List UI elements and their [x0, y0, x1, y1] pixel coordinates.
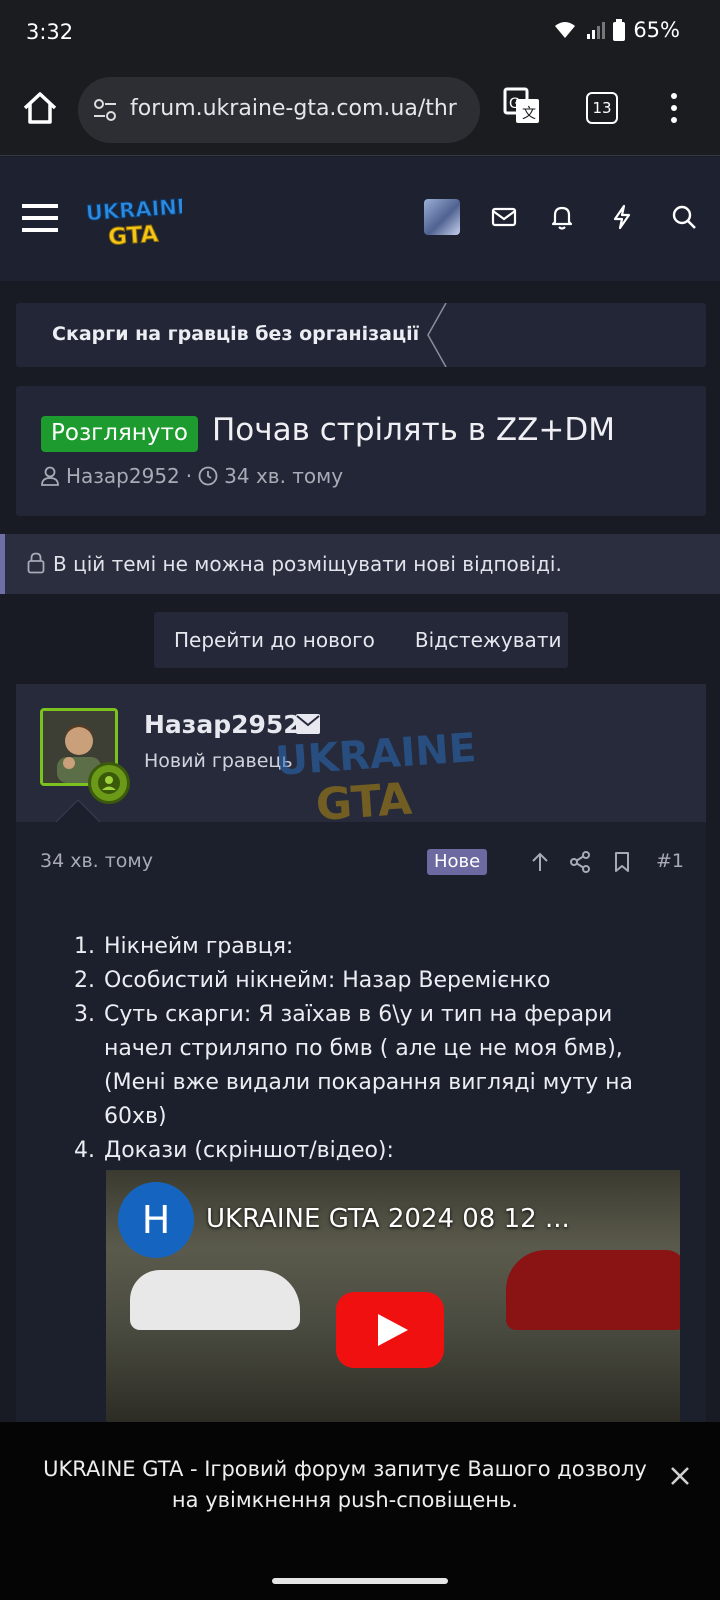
- post-arrow-notch: [56, 800, 100, 822]
- list-item-number: 2.: [74, 968, 95, 993]
- breadcrumb-label: Скарги на гравців без організації: [52, 323, 420, 345]
- list-item-number: 4.: [74, 1138, 95, 1163]
- push-permission-banner: UKRAINE GTA - Ігровий форум запитує Вашо…: [0, 1422, 720, 1562]
- tab-switcher-button[interactable]: 13: [586, 92, 618, 124]
- lightning-icon[interactable]: [608, 203, 636, 231]
- user-circle-icon: [98, 772, 120, 794]
- status-time: 3:32: [26, 20, 74, 44]
- video-title[interactable]: UKRAINE GTA 2024 08 12 ...: [206, 1204, 570, 1234]
- thread-actions: Перейти до нового Відстежувати: [154, 612, 568, 668]
- thread-header: Розглянуто Почав стрілять в ZZ+DM Назар2…: [16, 386, 706, 516]
- status-bar: 3:32 65%: [0, 0, 720, 64]
- go-to-new-button[interactable]: Перейти до нового: [174, 628, 375, 652]
- user-online-badge: [88, 762, 130, 804]
- list-item-text: Докази (скріншот/відео):: [104, 1138, 394, 1163]
- battery-icon: [613, 19, 626, 41]
- hamburger-menu-icon[interactable]: [22, 201, 58, 235]
- thread-author[interactable]: Назар2952: [66, 464, 180, 488]
- post-number[interactable]: #1: [656, 850, 684, 872]
- site-watermark-logo: UKRAINE GTA: [276, 725, 476, 824]
- list-item-text: Особистий нікнейм: Назар Веремієнко: [104, 968, 551, 993]
- list-item-text: Суть скарги: Я заїхав в 6\у и тип на фер…: [104, 1002, 634, 1129]
- locked-notice: В цій темі не можна розміщувати нові від…: [0, 534, 720, 594]
- home-gesture-pill[interactable]: [272, 1578, 448, 1584]
- site-settings-icon[interactable]: [92, 97, 118, 123]
- list-item-text: Нікнейм гравця:: [104, 934, 294, 959]
- list-item: 1. Нікнейм гравця:: [74, 930, 684, 964]
- list-item-number: 3.: [74, 1002, 95, 1027]
- svg-text:GTA: GTA: [107, 221, 159, 249]
- breadcrumb-arrow-icon: [427, 303, 447, 367]
- video-play-button[interactable]: [336, 1292, 444, 1368]
- push-permission-text: UKRAINE GTA - Ігровий форум запитує Вашо…: [43, 1457, 647, 1512]
- status-icons: 65%: [553, 18, 680, 42]
- arrow-up-icon[interactable]: [528, 850, 552, 874]
- list-item: 3. Суть скарги: Я заїхав в 6\у и тип на ф…: [74, 998, 684, 1134]
- address-bar[interactable]: forum.ukraine-gta.com.ua/thr: [78, 77, 480, 143]
- post-content-list: 1. Нікнейм гравця: 2. Особистий нікнейм: Н…: [74, 930, 684, 1168]
- breadcrumb[interactable]: Скарги на гравців без організації: [16, 303, 706, 367]
- post-user-block: Назар2952 Новий гравець UKRAINE GTA: [16, 684, 706, 824]
- search-icon[interactable]: [670, 203, 698, 231]
- url-text: forum.ukraine-gta.com.ua/thr: [130, 96, 457, 121]
- close-icon[interactable]: [668, 1464, 692, 1488]
- clock-icon: [198, 466, 218, 486]
- signal-icon: [587, 22, 606, 39]
- site-logo[interactable]: UKRAINE GTA: [84, 193, 182, 249]
- thread-title: Почав стрілять в ZZ+DM: [212, 412, 615, 448]
- list-item: 4. Докази (скріншот/відео):: [74, 1134, 684, 1168]
- list-item: 2. Особистий нікнейм: Назар Веремієнко: [74, 964, 684, 998]
- more-vert-icon[interactable]: [664, 88, 684, 128]
- wifi-icon: [555, 22, 576, 38]
- post-user-title: Новий гравець: [144, 750, 293, 772]
- battery-percent: 65%: [633, 18, 680, 42]
- watch-button[interactable]: Відстежувати: [415, 628, 562, 652]
- inbox-icon[interactable]: [490, 203, 518, 231]
- thread-prefix-badge: Розглянуто: [41, 416, 198, 452]
- svg-text:UKRAINE: UKRAINE: [85, 194, 182, 225]
- thread-time[interactable]: 34 хв. тому: [224, 464, 343, 488]
- account-avatar[interactable]: [424, 199, 460, 235]
- embedded-video[interactable]: Н UKRAINE GTA 2024 08 12 ...: [106, 1170, 680, 1430]
- video-scene-car-red: [506, 1250, 680, 1330]
- svg-text:文: 文: [522, 106, 536, 122]
- video-channel-avatar[interactable]: Н: [118, 1182, 194, 1258]
- user-icon: [41, 466, 59, 486]
- share-icon[interactable]: [568, 850, 592, 874]
- svg-text:G: G: [509, 96, 520, 112]
- post-body: 34 хв. тому Нове #1 1. Нікнейм гравця: 2.…: [16, 822, 706, 1430]
- video-scene-car-white: [130, 1270, 300, 1330]
- site-header: UKRAINE GTA: [0, 157, 720, 281]
- browser-toolbar: forum.ukraine-gta.com.ua/thr G文 13: [0, 64, 720, 156]
- bell-icon[interactable]: [548, 203, 576, 231]
- locked-notice-text: В цій темі не можна розміщувати нові від…: [53, 552, 562, 576]
- post-time[interactable]: 34 хв. тому: [40, 850, 153, 872]
- lock-icon: [27, 552, 45, 574]
- thread-meta: Назар2952 · 34 хв. тому: [40, 464, 343, 488]
- translate-icon[interactable]: G文: [502, 86, 542, 126]
- svg-text:GTA: GTA: [314, 774, 413, 824]
- list-item-number: 1.: [74, 934, 95, 959]
- new-badge: Нове: [427, 849, 488, 875]
- home-icon[interactable]: [20, 88, 60, 128]
- system-nav-bar: [0, 1562, 720, 1600]
- bookmark-icon[interactable]: [610, 850, 634, 874]
- meta-separator: ·: [185, 464, 193, 488]
